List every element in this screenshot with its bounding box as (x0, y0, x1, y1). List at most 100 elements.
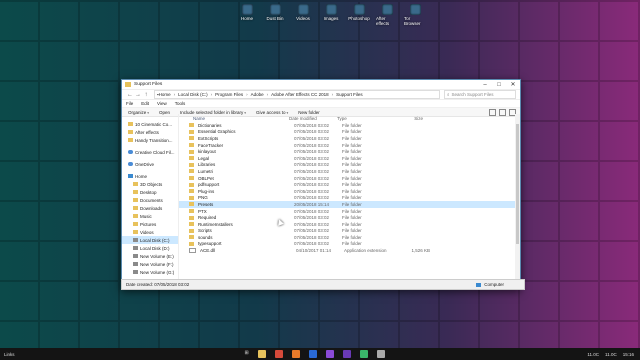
desktop-shortcut[interactable]: Dust Bin (264, 4, 286, 26)
start-icon[interactable]: ⊞ (245, 350, 249, 358)
nav-item[interactable]: New Volume (E:) (122, 252, 178, 260)
pc-icon (128, 174, 133, 178)
file-date: 07/05/2018 03:02 (294, 208, 330, 214)
nav-item[interactable]: New Volume (G:) (122, 268, 178, 276)
file-row[interactable]: PTX 07/05/2018 03:02 File folder (179, 208, 520, 215)
nav-item-label: New Volume (F:) (140, 261, 174, 267)
breadcrumb-item[interactable]: Adobe (246, 92, 264, 97)
file-row[interactable]: Essential Graphics 07/05/2018 03:02 File f… (179, 129, 520, 136)
search-input[interactable]: ⌕ Search Support Files (444, 90, 516, 99)
file-row[interactable]: PNG 07/05/2018 03:02 File folder (179, 195, 520, 202)
folder-icon (189, 228, 194, 233)
nav-item[interactable]: Home (122, 172, 178, 180)
menu-edit[interactable]: Edit (141, 101, 149, 106)
forward-arrow-icon[interactable]: → (134, 92, 142, 98)
file-row[interactable]: Legal 07/05/2018 03:02 File folder (179, 155, 520, 162)
links-toolbar[interactable]: Links (4, 352, 15, 357)
nav-item[interactable]: Pictures (122, 220, 178, 228)
breadcrumb[interactable]: ▪HomeLocal Disk (C:)Program FilesAdobeAd… (154, 90, 440, 99)
menu-view[interactable]: View (157, 101, 167, 106)
scrollbar-thumb[interactable] (516, 124, 519, 244)
photoshop-icon[interactable] (308, 350, 317, 358)
desktop-shortcut[interactable]: After effects (376, 4, 398, 26)
breadcrumb-item[interactable]: Local Disk (C:) (174, 92, 208, 97)
file-name: pdfsupport (198, 182, 220, 188)
file-row[interactable]: Required 07/05/2018 03:02 File folder (179, 214, 520, 221)
chrome-icon[interactable] (274, 350, 283, 358)
up-arrow-icon[interactable]: ↑ (142, 92, 150, 98)
file-name: OBLPet (198, 175, 214, 181)
clock[interactable]: 15:16 (623, 352, 634, 357)
nav-item-label: After effects (135, 129, 159, 135)
file-row[interactable]: OBLPet 07/05/2018 03:02 File folder (179, 175, 520, 182)
drive-icon (133, 254, 138, 258)
nav-item[interactable]: Videos (122, 228, 178, 236)
file-name: Lumetri (198, 168, 214, 174)
desktop-shortcut[interactable]: Tor Browser (404, 4, 426, 26)
folder-icon (133, 182, 138, 186)
breadcrumb-item[interactable]: Adobe After Effects CC 2018 (267, 92, 328, 97)
media-icon[interactable] (359, 350, 368, 358)
scrollbar[interactable] (515, 114, 520, 280)
maximize-button[interactable]: □ (492, 82, 506, 88)
file-row[interactable]: Scripts 07/05/2018 03:02 File folder (179, 228, 520, 235)
nav-item[interactable]: Handy Transition... (122, 136, 178, 144)
file-row[interactable]: sounds 07/05/2018 03:02 File folder (179, 234, 520, 241)
file-row[interactable]: ExtScripts 07/05/2018 03:02 File folder (179, 135, 520, 142)
breadcrumb-item[interactable]: Program Files (211, 92, 243, 97)
file-row[interactable]: Dictionaries 07/05/2018 03:02 File folder (179, 122, 520, 129)
after-effects-icon[interactable] (325, 350, 334, 358)
file-row[interactable]: pdfsupport 07/05/2018 03:02 File folder (179, 181, 520, 188)
folder-icon (189, 241, 194, 246)
file-row[interactable]: typesupport 07/05/2018 03:02 File folder (179, 241, 520, 248)
desktop-shortcut[interactable]: Images (320, 4, 342, 26)
nav-item[interactable]: Downloads (122, 204, 178, 212)
file-explorer-icon[interactable] (257, 350, 266, 358)
desktop-shortcut[interactable]: Photoshop (348, 4, 370, 26)
nav-item[interactable]: Local Disk (C:) (122, 236, 178, 244)
nav-item[interactable]: Music (122, 212, 178, 220)
nav-item[interactable]: After effects (122, 128, 178, 136)
file-row[interactable]: Libraries 07/05/2018 03:02 File folder (179, 162, 520, 169)
file-type: File folder (342, 195, 362, 201)
column-size[interactable]: Size (383, 116, 423, 121)
menu-file[interactable]: File (126, 101, 133, 106)
settings-icon[interactable] (376, 350, 385, 358)
premiere-icon[interactable] (342, 350, 351, 358)
column-type[interactable]: Type (337, 116, 383, 121)
nav-item[interactable]: OneDrive (122, 160, 178, 168)
file-row[interactable]: kinlayout 07/05/2018 03:02 File folder (179, 148, 520, 155)
breadcrumb-item[interactable]: Support Files (332, 92, 363, 97)
nav-item[interactable]: New Volume (F:) (122, 260, 178, 268)
column-date[interactable]: Date modified (289, 116, 337, 121)
file-type: File folder (342, 228, 362, 234)
nav-item[interactable]: 3D Objects (122, 180, 178, 188)
file-row[interactable]: Lumetri 07/05/2018 03:02 File folder (179, 168, 520, 175)
minimize-button[interactable]: – (478, 82, 492, 88)
menu-tools[interactable]: Tools (175, 101, 186, 106)
file-row[interactable]: ACE.dll 04/10/2017 01:14 Application exten… (179, 247, 520, 254)
close-button[interactable]: ✕ (506, 81, 520, 88)
file-row[interactable]: Presets 20/05/2018 15:14 File folder (179, 201, 520, 208)
firefox-icon[interactable] (291, 350, 300, 358)
nav-item[interactable]: Documents (122, 196, 178, 204)
tray-temp: 11.0C (587, 351, 600, 357)
tray-cpu: 11.0C (605, 351, 617, 357)
desktop-shortcut[interactable]: Home (236, 4, 258, 26)
desktop-shortcut[interactable]: Videos (292, 4, 314, 26)
nav-item[interactable]: Creative Cloud Fil... (122, 148, 178, 156)
file-row[interactable]: FaceTracker 07/05/2018 03:02 File folder (179, 142, 520, 149)
nav-item[interactable]: 10 Cinematic Co... (122, 120, 178, 128)
breadcrumb-item[interactable]: Home (159, 92, 171, 97)
back-arrow-icon[interactable]: ← (126, 92, 134, 98)
nav-item[interactable]: Desktop (122, 188, 178, 196)
file-row[interactable]: RuntimeInstallers 07/05/2018 03:02 File fo… (179, 221, 520, 228)
folder-icon (125, 82, 131, 87)
file-date: 07/05/2018 03:02 (294, 241, 330, 247)
column-name[interactable]: Name (193, 116, 289, 121)
nav-item[interactable]: Local Disk (D:) (122, 244, 178, 252)
file-row[interactable]: Plug-ins 07/05/2018 03:02 File folder (179, 188, 520, 195)
file-type: File folder (342, 142, 362, 148)
title-bar[interactable]: Support Files – □ ✕ (122, 80, 520, 90)
file-size: 1,526 KB (411, 248, 430, 254)
